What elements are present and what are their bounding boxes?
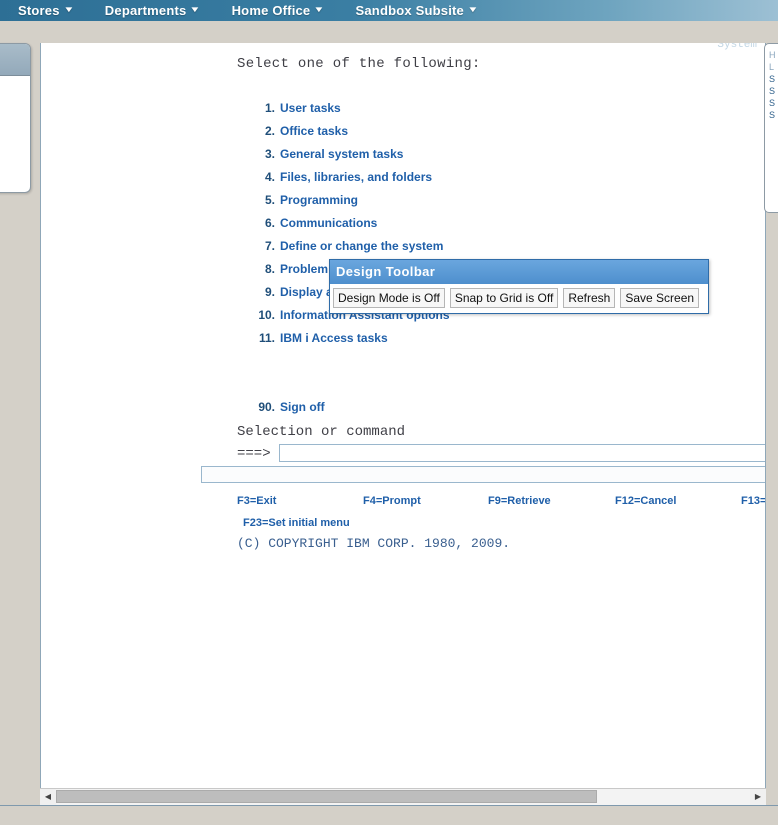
menu-list-spacer [237, 354, 657, 377]
menu-option-number: 5. [264, 193, 275, 207]
fkey-f12-cancel[interactable]: F12=Cancel [615, 495, 676, 507]
menu-option-row[interactable]: 4. Files, libraries, and folders [237, 170, 657, 193]
menu-option-number: 2. [264, 124, 275, 138]
selection-or-command-label: Selection or command [237, 424, 406, 440]
fkey-f4-prompt[interactable]: F4=Prompt [363, 495, 421, 507]
function-keys-area: F3=Exit F4=Prompt F9=Retrieve F12=Cancel… [237, 495, 765, 530]
menu-option-files-libraries-folders[interactable]: Files, libraries, and folders [280, 170, 432, 184]
window-bottom-edge [0, 805, 778, 825]
chevron-down-icon: ▼ [62, 5, 75, 14]
menu-option-programming[interactable]: Programming [280, 193, 358, 207]
design-toolbar-buttons: Design Mode is Off Snap to Grid is Off R… [330, 284, 708, 313]
menu-option-office-tasks[interactable]: Office tasks [280, 124, 348, 138]
command-input[interactable] [279, 444, 765, 462]
fkey-f9-retrieve[interactable]: F9=Retrieve [488, 495, 551, 507]
menu-option-number: 11. [258, 331, 275, 345]
horizontal-scrollbar[interactable]: ◀ ▶ [40, 788, 766, 805]
right-panel-line: S [769, 74, 776, 84]
system-label: System [717, 43, 757, 51]
menu-option-ibm-i-access-tasks[interactable]: IBM i Access tasks [280, 331, 388, 345]
menu-option-row[interactable]: 1. User tasks [237, 101, 657, 124]
function-keys-row-2: F23=Set initial menu [237, 513, 765, 530]
menu-option-number: 7. [264, 239, 275, 253]
nav-item-stores[interactable]: Stores ▼ [18, 3, 75, 18]
right-panel-line: S [769, 98, 776, 108]
refresh-button[interactable]: Refresh [563, 288, 616, 308]
menu-option-define-or-change-system[interactable]: Define or change the system [280, 239, 443, 253]
terminal-emulator-screen: System Select one of the following: 1. U… [40, 43, 766, 803]
copyright-notice: (C) COPYRIGHT IBM CORP. 1980, 2009. [237, 536, 511, 551]
fkey-f3-exit[interactable]: F3=Exit [237, 495, 276, 507]
nav-item-stores-label: Stores [18, 3, 60, 18]
scroll-right-arrow-icon[interactable]: ▶ [750, 788, 766, 805]
scroll-left-arrow-icon[interactable]: ◀ [40, 788, 56, 805]
chevron-down-icon: ▼ [467, 5, 479, 14]
menu-option-sign-off[interactable]: Sign off [280, 400, 325, 414]
chevron-down-icon: ▼ [313, 5, 326, 14]
menu-option-row[interactable]: 5. Programming [237, 193, 657, 216]
nav-item-departments[interactable]: Departments ▼ [104, 3, 202, 18]
nav-item-home-office-label: Home Office [231, 3, 311, 18]
right-panel-line: S [769, 110, 776, 120]
save-screen-button[interactable]: Save Screen [620, 288, 700, 308]
design-mode-toggle-button[interactable]: Design Mode is Off [333, 288, 445, 308]
menu-option-row[interactable]: 11. IBM i Access tasks [237, 331, 657, 354]
screen-title: Select one of the following: [237, 56, 481, 72]
menu-option-number: 8. [264, 262, 275, 276]
right-panel-line: L [769, 62, 775, 72]
function-keys-row-1: F3=Exit F4=Prompt F9=Retrieve F12=Cancel… [237, 495, 765, 512]
nav-item-departments-label: Departments [104, 3, 187, 18]
nav-item-sandbox-subsite[interactable]: Sandbox Subsite ▼ [355, 3, 479, 18]
menu-option-number: 4. [264, 170, 275, 184]
page-background: H L S S S S System Select one of the fol… [0, 21, 778, 825]
right-panel-line: S [769, 86, 776, 96]
menu-option-number: 10. [258, 308, 275, 322]
menu-option-row[interactable]: 90. Sign off [237, 400, 657, 423]
left-side-panel-header [0, 44, 30, 76]
menu-option-number: 3. [264, 147, 275, 161]
scrollbar-track[interactable] [56, 788, 750, 805]
snap-to-grid-toggle-button[interactable]: Snap to Grid is Off [449, 288, 559, 308]
command-prompt-arrow: ===> [237, 446, 271, 462]
menu-option-number: 9. [264, 285, 275, 299]
right-panel-line: H [769, 50, 776, 60]
menu-option-row[interactable]: 6. Communications [237, 216, 657, 239]
left-side-panel [0, 43, 31, 193]
menu-option-row[interactable]: 2. Office tasks [237, 124, 657, 147]
secondary-command-input[interactable] [201, 466, 765, 483]
menu-option-row[interactable]: 3. General system tasks [237, 147, 657, 170]
nav-item-home-office[interactable]: Home Office ▼ [231, 3, 326, 18]
nav-item-sandbox-subsite-label: Sandbox Subsite [355, 3, 464, 18]
menu-option-general-system-tasks[interactable]: General system tasks [280, 147, 403, 161]
chevron-down-icon: ▼ [189, 5, 202, 14]
menu-option-number: 90. [258, 400, 275, 414]
menu-option-communications[interactable]: Communications [280, 216, 377, 230]
fkey-f23-set-initial-menu[interactable]: F23=Set initial menu [243, 517, 350, 529]
scrollbar-thumb[interactable] [56, 789, 598, 803]
menu-option-number: 1. [264, 101, 275, 115]
menu-option-user-tasks[interactable]: User tasks [280, 101, 341, 115]
design-toolbar-title[interactable]: Design Toolbar [330, 260, 708, 284]
right-side-panel: H L S S S S [764, 43, 778, 213]
menu-option-number: 6. [264, 216, 275, 230]
top-navigation-bar: Stores ▼ Departments ▼ Home Office ▼ San… [0, 0, 778, 21]
menu-list-spacer [237, 377, 657, 400]
fkey-f13-information[interactable]: F13=Inf [741, 495, 765, 507]
design-toolbar-panel[interactable]: Design Toolbar Design Mode is Off Snap t… [329, 259, 709, 314]
